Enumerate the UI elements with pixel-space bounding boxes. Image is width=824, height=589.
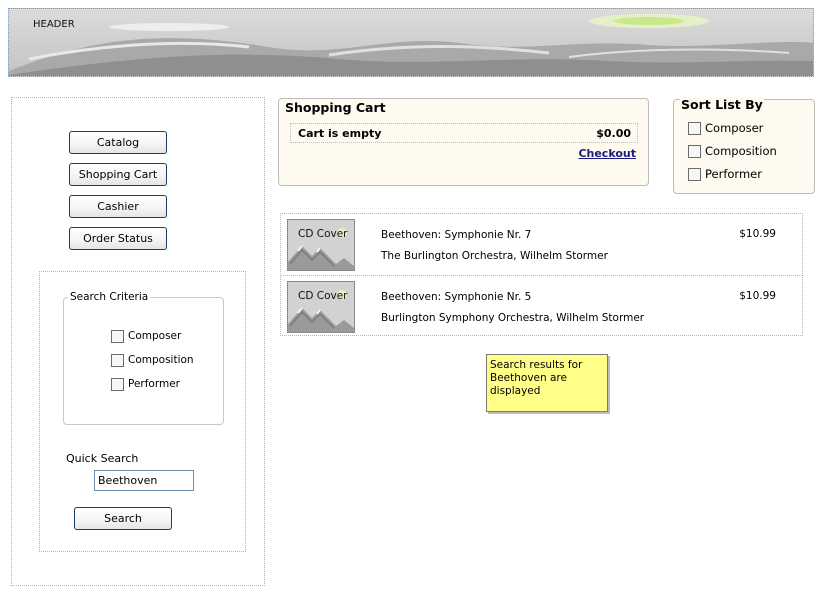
result-title: Beethoven: Symphonie Nr. 5 [381,291,532,303]
sort-performer-label: Performer [705,167,762,181]
sort-list-panel: Sort List By Composer Composition Perfor… [673,97,815,194]
criteria-composition-option[interactable]: Composition [111,353,194,367]
result-artist: The Burlington Orchestra, Wilhelm Storme… [381,250,608,262]
sort-composer-label: Composer [705,121,764,135]
composition-checkbox[interactable] [111,353,124,367]
annotation-note: Search results for Beethoven are display… [486,354,608,412]
cd-cover-image[interactable]: CD Cover [287,281,355,333]
cd-cover-label: CD Cover [298,228,348,240]
composition-label: Composition [128,354,194,366]
search-criteria-title: Search Criteria [68,291,151,303]
sort-performer-checkbox[interactable] [688,167,701,181]
sort-composition-checkbox[interactable] [688,144,701,158]
landscape-banner-image [9,14,813,76]
composer-label: Composer [128,330,182,342]
sort-composition-label: Composition [705,144,777,158]
cart-summary: Cart is empty $0.00 [290,123,638,143]
sort-composer-option[interactable]: Composer [688,121,763,135]
cashier-button[interactable]: Cashier [69,195,167,218]
quick-search-input[interactable] [94,470,194,491]
search-results-list: CD Cover Beethoven: Symphonie Nr. 7 The … [280,213,803,336]
shopping-cart-button[interactable]: Shopping Cart [69,163,167,186]
cart-status: Cart is empty [298,127,382,140]
result-price: $10.99 [739,228,776,240]
result-title: Beethoven: Symphonie Nr. 7 [381,229,532,241]
result-artist: Burlington Symphony Orchestra, Wilhelm S… [381,312,645,324]
sort-list-title: Sort List By [680,97,764,112]
composer-checkbox[interactable] [111,329,124,343]
checkout-link[interactable]: Checkout [578,147,636,160]
header-banner: HEADER [8,8,814,77]
shopping-cart-panel: Shopping Cart Cart is empty $0.00 Checko… [278,98,649,186]
performer-checkbox[interactable] [111,377,124,391]
sort-composition-option[interactable]: Composition [688,144,777,158]
result-price: $10.99 [739,290,776,302]
quick-search-label: Quick Search [66,452,139,465]
result-item[interactable]: CD Cover Beethoven: Symphonie Nr. 7 The … [281,214,802,274]
cart-total: $0.00 [596,127,631,140]
header-label: HEADER [33,19,75,30]
criteria-performer-option[interactable]: Performer [111,377,180,391]
cd-cover-label: CD Cover [298,290,348,302]
sort-composer-checkbox[interactable] [688,121,701,135]
criteria-composer-option[interactable]: Composer [111,329,181,343]
search-button[interactable]: Search [74,507,172,530]
performer-label: Performer [128,378,180,390]
left-sidebar: Catalog Shopping Cart Cashier Order Stat… [11,97,265,586]
annotation-note-text: Search results for Beethoven are display… [490,359,583,397]
catalog-button[interactable]: Catalog [69,131,167,154]
search-criteria-group: Search Criteria Composer Composition Per… [63,291,224,425]
result-item[interactable]: CD Cover Beethoven: Symphonie Nr. 5 Burl… [281,275,802,335]
sort-performer-option[interactable]: Performer [688,167,762,181]
order-status-button[interactable]: Order Status [69,227,167,250]
cd-cover-image[interactable]: CD Cover [287,219,355,271]
shopping-cart-title: Shopping Cart [285,100,386,115]
search-panel: Search Criteria Composer Composition Per… [39,271,246,552]
